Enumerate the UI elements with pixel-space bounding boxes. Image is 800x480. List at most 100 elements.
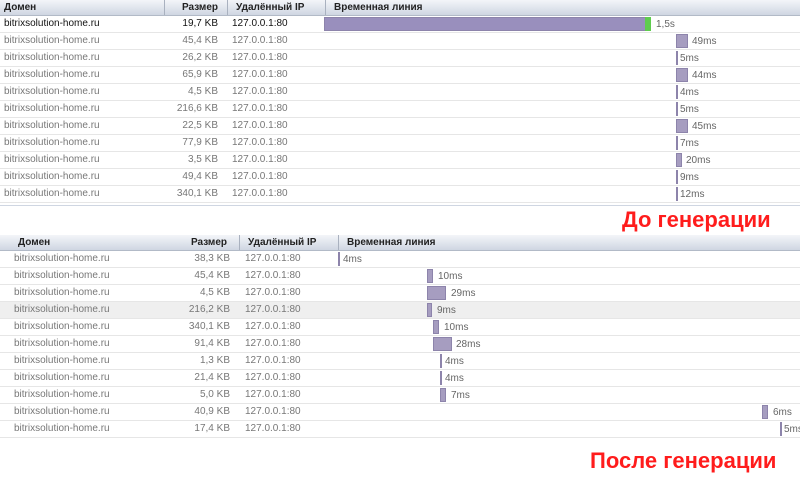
caption-after: После генерации: [590, 448, 777, 473]
table-header: Домен Размер Удалённый IP Временная лини…: [0, 0, 800, 16]
size-cell: 340,1 KB: [188, 321, 230, 332]
ip-cell: 127.0.0.1:80: [245, 321, 301, 332]
size-cell: 4,5 KB: [187, 86, 218, 97]
domain-cell: bitrixsolution-home.ru: [4, 103, 100, 114]
timeline-bar: [676, 85, 678, 99]
table-row[interactable]: bitrixsolution-home.ru 3,5 KB 127.0.0.1:80…: [0, 152, 800, 169]
domain-cell: bitrixsolution-home.ru: [4, 120, 100, 131]
panel-divider: [0, 205, 800, 206]
domain-cell: bitrixsolution-home.ru: [4, 18, 100, 29]
domain-cell: bitrixsolution-home.ru: [14, 321, 110, 332]
col-size-header[interactable]: Размер: [160, 235, 227, 250]
col-timeline-header[interactable]: Временная линия: [325, 0, 800, 15]
ip-cell: 127.0.0.1:80: [232, 103, 288, 114]
col-domain-header[interactable]: Домен: [18, 235, 178, 250]
ip-cell: 127.0.0.1:80: [232, 171, 288, 182]
domain-cell: bitrixsolution-home.ru: [14, 406, 110, 417]
timeline-duration: 5ms: [680, 53, 699, 64]
timeline-bar: [427, 269, 433, 283]
table-row[interactable]: bitrixsolution-home.ru 77,9 KB 127.0.0.1:8…: [0, 135, 800, 152]
size-cell: 45,4 KB: [182, 35, 218, 46]
table-row[interactable]: bitrixsolution-home.ru 49,4 KB 127.0.0.1:8…: [0, 169, 800, 186]
table-row[interactable]: bitrixsolution-home.ru 38,3 KB 127.0.0.1:8…: [0, 251, 800, 268]
timeline-bar: [440, 371, 442, 385]
timeline-duration: 45ms: [692, 121, 717, 132]
table-header: Домен Размер Удалённый IP Временная лини…: [0, 235, 800, 251]
timeline-bar: [676, 102, 678, 116]
timeline-duration: 29ms: [451, 288, 476, 299]
domain-cell: bitrixsolution-home.ru: [14, 372, 110, 383]
timeline-duration: 9ms: [437, 305, 456, 316]
col-ip-header[interactable]: Удалённый IP: [239, 235, 335, 250]
size-cell: 40,9 KB: [194, 406, 230, 417]
table-row[interactable]: bitrixsolution-home.ru 45,4 KB 127.0.0.1:8…: [0, 268, 800, 285]
ip-cell: 127.0.0.1:80: [245, 253, 301, 264]
timeline-duration: 4ms: [445, 373, 464, 384]
size-cell: 1,3 KB: [199, 355, 230, 366]
table-row[interactable]: bitrixsolution-home.ru 340,1 KB 127.0.0.1:…: [0, 186, 800, 203]
col-timeline-header[interactable]: Временная линия: [338, 235, 800, 250]
timeline-duration: 4ms: [680, 87, 699, 98]
ip-cell: 127.0.0.1:80: [232, 86, 288, 97]
table-row[interactable]: bitrixsolution-home.ru 45,4 KB 127.0.0.1:8…: [0, 33, 800, 50]
timeline-bar-end: [645, 17, 651, 31]
caption-before: До генерации: [622, 207, 771, 232]
table-row[interactable]: bitrixsolution-home.ru 40,9 KB 127.0.0.1:8…: [0, 404, 800, 421]
timeline-bar: [433, 320, 439, 334]
timeline-bar: [676, 51, 678, 65]
ip-cell: 127.0.0.1:80: [232, 35, 288, 46]
ip-cell: 127.0.0.1:80: [245, 423, 301, 434]
table-row[interactable]: bitrixsolution-home.ru 4,5 KB 127.0.0.1:80…: [0, 285, 800, 302]
size-cell: 340,1 KB: [176, 188, 218, 199]
timeline-duration: 10ms: [444, 322, 469, 333]
table-row[interactable]: bitrixsolution-home.ru 22,5 KB 127.0.0.1:8…: [0, 118, 800, 135]
timeline-bar: [338, 252, 340, 266]
timeline-bar: [427, 286, 446, 300]
size-cell: 22,5 KB: [182, 120, 218, 131]
domain-cell: bitrixsolution-home.ru: [14, 423, 110, 434]
ip-cell: 127.0.0.1:80: [245, 355, 301, 366]
table-row[interactable]: bitrixsolution-home.ru 5,0 KB 127.0.0.1:80…: [0, 387, 800, 404]
table-row[interactable]: bitrixsolution-home.ru 17,4 KB 127.0.0.1:8…: [0, 421, 800, 438]
ip-cell: 127.0.0.1:80: [232, 52, 288, 63]
size-cell: 38,3 KB: [194, 253, 230, 264]
table-row[interactable]: bitrixsolution-home.ru 19,7 KB 127.0.0.1:8…: [0, 16, 800, 33]
timeline-duration: 28ms: [456, 339, 481, 350]
table-row[interactable]: bitrixsolution-home.ru 1,3 KB 127.0.0.1:80…: [0, 353, 800, 370]
domain-cell: bitrixsolution-home.ru: [14, 355, 110, 366]
ip-cell: 127.0.0.1:80: [232, 188, 288, 199]
domain-cell: bitrixsolution-home.ru: [14, 270, 110, 281]
timeline-duration: 9ms: [680, 172, 699, 183]
panel-before: Домен Размер Удалённый IP Временная лини…: [0, 0, 800, 206]
domain-cell: bitrixsolution-home.ru: [14, 304, 110, 315]
domain-cell: bitrixsolution-home.ru: [4, 137, 100, 148]
ip-cell: 127.0.0.1:80: [245, 287, 301, 298]
size-cell: 3,5 KB: [187, 154, 218, 165]
timeline-bar: [676, 170, 678, 184]
size-cell: 216,6 KB: [176, 103, 218, 114]
table-row[interactable]: bitrixsolution-home.ru 4,5 KB 127.0.0.1:80…: [0, 84, 800, 101]
table-row[interactable]: bitrixsolution-home.ru 65,9 KB 127.0.0.1:8…: [0, 67, 800, 84]
table-row[interactable]: bitrixsolution-home.ru 216,6 KB 127.0.0.1:…: [0, 101, 800, 118]
domain-cell: bitrixsolution-home.ru: [4, 86, 100, 97]
timeline-bar: [440, 388, 446, 402]
timeline-duration: 10ms: [438, 271, 463, 282]
table-row[interactable]: bitrixsolution-home.ru 216,2 KB 127.0.0.1:…: [0, 302, 800, 319]
ip-cell: 127.0.0.1:80: [245, 389, 301, 400]
table-row[interactable]: bitrixsolution-home.ru 340,1 KB 127.0.0.1:…: [0, 319, 800, 336]
table-row[interactable]: bitrixsolution-home.ru 21,4 KB 127.0.0.1:8…: [0, 370, 800, 387]
ip-cell: 127.0.0.1:80: [232, 120, 288, 131]
timeline-duration: 5ms: [784, 424, 800, 435]
domain-cell: bitrixsolution-home.ru: [4, 35, 100, 46]
timeline-duration: 4ms: [445, 356, 464, 367]
timeline-bar: [762, 405, 768, 419]
col-domain-header[interactable]: Домен: [4, 0, 164, 15]
col-ip-header[interactable]: Удалённый IP: [227, 0, 323, 15]
table-row[interactable]: bitrixsolution-home.ru 26,2 KB 127.0.0.1:8…: [0, 50, 800, 67]
timeline-bar: [780, 422, 782, 436]
size-cell: 77,9 KB: [182, 137, 218, 148]
col-size-header[interactable]: Размер: [164, 0, 223, 15]
ip-cell: 127.0.0.1:80: [232, 137, 288, 148]
timeline-duration: 4ms: [343, 254, 362, 265]
table-row[interactable]: bitrixsolution-home.ru 91,4 KB 127.0.0.1:8…: [0, 336, 800, 353]
